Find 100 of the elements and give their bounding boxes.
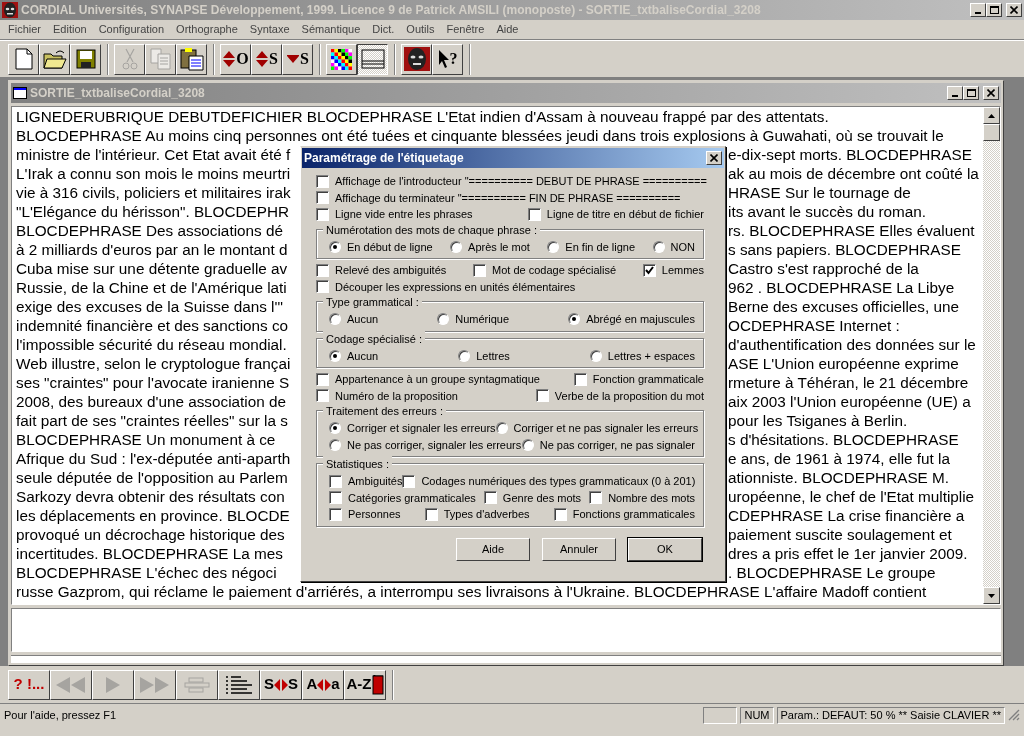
checkbox[interactable]: Fonction grammaticale (573, 371, 704, 388)
radio-button[interactable]: Corriger et ne pas signaler les erreurs (495, 420, 699, 437)
menu-item[interactable]: Sémantique (295, 21, 367, 38)
checkbox[interactable]: Fonctions grammaticales (553, 506, 695, 523)
checkbox[interactable]: Mot de codage spécialisé (473, 262, 617, 279)
radio-button[interactable]: Ne pas corriger, signaler les erreurs (329, 436, 522, 453)
page-icon (14, 48, 33, 70)
radio-button[interactable]: Lettres (458, 347, 510, 364)
scroll-thumb[interactable] (983, 124, 1000, 141)
dialog-button[interactable]: Annuler (542, 537, 616, 561)
checkbox[interactable]: Nombre des mots (589, 489, 695, 506)
checkbox[interactable]: Affichage de l'introducteur "========== DEBUT DE PHRASE ========== (316, 173, 707, 190)
checkbox[interactable]: Genre des mots (483, 489, 582, 506)
menu-item[interactable]: Aide (490, 21, 525, 38)
close-button[interactable] (706, 151, 722, 165)
text-line: indemnité financière et des sanctions co (16, 317, 289, 334)
maximize-button[interactable] (986, 3, 1002, 17)
text-line: uropéenne, le chef de l'Etat multiplie (728, 488, 975, 505)
checkbox[interactable]: Ligne de titre en début de fichier (527, 206, 704, 223)
save-disk-button[interactable] (70, 43, 101, 75)
checkbox[interactable]: Catégories grammaticales (329, 489, 476, 506)
text-line: OCDEPHRASE Internet : (728, 317, 900, 334)
maximize-icon (989, 6, 999, 14)
minimize-icon (952, 95, 958, 97)
radio-button[interactable]: Lettres + espaces (589, 347, 695, 364)
menu-item[interactable]: Configuration (92, 21, 171, 38)
radio-button[interactable]: En fin de ligne (547, 238, 636, 255)
paste-button[interactable] (176, 43, 207, 75)
dialog-button[interactable]: Aide (456, 537, 530, 561)
maximize-button[interactable] (963, 86, 979, 100)
text-line: 962 . BLOCDEPHRASE La Libye (728, 279, 955, 296)
text-line: dres a pris effet le 1er janvier 2009. (728, 545, 968, 562)
menu-item[interactable]: Fenêtre (440, 21, 491, 38)
checkbox[interactable]: Affichage du terminateur "========== FIN DE PHRASE ========== (316, 189, 681, 206)
minimize-button[interactable] (947, 86, 963, 100)
checkbox[interactable]: Verbe de la proposition du mot (535, 387, 704, 404)
app-mask-icon (2, 2, 18, 18)
mask-icon (403, 47, 430, 71)
arrows-letter-button[interactable]: S (251, 43, 282, 75)
checkbox[interactable]: Ligne vide entre les phrases (316, 206, 473, 223)
radio-button[interactable]: Ne pas corriger, ne pas signaler (521, 436, 695, 453)
text-pane[interactable] (11, 608, 1001, 652)
arrow-letter-button[interactable]: S (282, 43, 313, 75)
errors-button[interactable]: ? !... (8, 669, 50, 700)
radio-button[interactable]: NON (652, 238, 695, 255)
radio-button[interactable]: Après le mot (450, 238, 530, 255)
checkbox[interactable]: Lemmes (642, 262, 704, 279)
radio-button[interactable]: Corriger et signaler les erreurs (329, 420, 496, 437)
maximize-icon (966, 89, 976, 97)
radio-button[interactable]: Numérique (437, 311, 510, 328)
text-line: Afrique du Sud : l'ex-députée anti-aparth (16, 450, 291, 467)
minimize-button[interactable] (970, 3, 986, 17)
checkbox[interactable]: Numéro de la proposition (316, 387, 458, 404)
swap-case-button[interactable]: S S (260, 669, 302, 700)
minimize-icon (975, 12, 981, 14)
checkbox[interactable]: Codages numériques des types grammaticaux (0 à 201) (402, 473, 696, 490)
close-icon (987, 89, 995, 97)
menu-item[interactable]: Dict. (366, 21, 401, 38)
checkbox[interactable]: Types d'adverbes (424, 506, 530, 523)
color-grid-button[interactable] (326, 43, 357, 75)
open-folder-button[interactable] (39, 43, 70, 75)
dialog-button[interactable]: OK (628, 537, 702, 561)
close-button[interactable] (1006, 3, 1022, 17)
menu-item[interactable]: Orthographe (170, 21, 244, 38)
scrollbar[interactable] (983, 107, 1000, 604)
folder-icon (42, 49, 67, 69)
radio-button[interactable]: En début de ligne (329, 238, 433, 255)
help-pointer-button[interactable]: ? (432, 43, 463, 75)
mask-button[interactable] (401, 43, 432, 75)
text-line: s d'hésitations. BLOCDEPHRASE (728, 431, 959, 448)
checkbox[interactable]: Relevé des ambiguités (316, 262, 447, 279)
check-icon (644, 265, 654, 275)
swap-case-button[interactable]: A a (302, 669, 344, 700)
text-line: BLOCDEPHRASE Des associations dé (16, 222, 283, 239)
text-line: incertitudes. BLOCDEPHRASE La mes (16, 545, 283, 562)
radio-button[interactable]: Aucun (329, 347, 379, 364)
new-file-button[interactable] (8, 43, 39, 75)
checkbox[interactable]: Découper les expressions en unités élémentaires (316, 278, 576, 295)
menu-item[interactable]: Fichier (2, 21, 47, 38)
panes-button[interactable] (357, 43, 388, 75)
close-button[interactable] (983, 86, 999, 100)
arrows-letter-button[interactable]: O (220, 43, 251, 75)
text-line: seule députée de l'opposition au Parlem (16, 469, 288, 486)
menu-item[interactable]: Outils (400, 21, 441, 38)
checkbox[interactable]: Ambiguités (329, 473, 403, 490)
checkbox[interactable]: Appartenance à un groupe syntagmatique (316, 371, 540, 388)
radio-button[interactable]: Aucun (329, 311, 379, 328)
menu-item[interactable]: Syntaxe (243, 21, 296, 38)
radio-button[interactable]: Abrégé en majuscules (568, 311, 695, 328)
status-message: Pour l'aide, pressez F1 (4, 707, 117, 723)
dictionary-button[interactable]: A-Z (344, 669, 386, 700)
text-line: s sans papiers. BLOCDEPHRASE (728, 241, 961, 258)
text-pane[interactable] (11, 655, 1001, 663)
list-button[interactable] (218, 669, 260, 700)
checkbox[interactable]: Personnes (329, 506, 401, 523)
outline-icon (183, 676, 211, 693)
menu-item[interactable]: Edition (47, 21, 93, 38)
text-line: à 2 milliards d'euros par an le montant d (16, 241, 288, 258)
text-line: Russie, de la Chine et de l'Amérique lati (16, 279, 287, 296)
text-line: pour les Tsiganes à Berlin. (728, 412, 908, 429)
